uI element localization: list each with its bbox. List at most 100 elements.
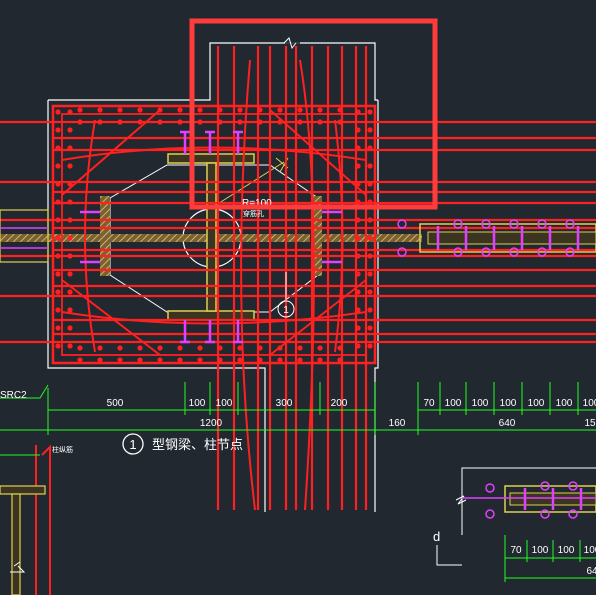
rebar-dot <box>177 345 183 351</box>
rebar-dot <box>67 145 73 151</box>
detail-title: 型钢梁、柱节点 <box>152 437 243 452</box>
detail-number: 1 <box>129 437 136 452</box>
rebar-dot <box>67 127 73 133</box>
rebar-dot <box>67 325 73 331</box>
rebar-dot <box>355 325 361 331</box>
rebar-dot <box>355 217 361 223</box>
rebar-dot <box>197 357 203 363</box>
rebar-dot <box>297 107 303 113</box>
rebar-dot <box>55 271 61 277</box>
rebar-dot <box>77 357 83 363</box>
rebar-dot <box>55 235 61 241</box>
rebar-dot <box>177 119 183 125</box>
rebar-dot <box>55 325 61 331</box>
rebar-dot <box>55 199 61 205</box>
rebar-dot <box>367 181 373 187</box>
dim-r100f: 100 <box>583 398 596 409</box>
rebar-dot <box>355 109 361 115</box>
rebar-dot <box>367 343 373 349</box>
steel-beam-web-left <box>0 234 310 242</box>
rebar-dot <box>197 107 203 113</box>
rebar-dot <box>97 107 103 113</box>
rebar-dot <box>177 107 183 113</box>
dim-300: 300 <box>276 398 293 409</box>
section-d-leader <box>436 545 462 566</box>
rebar-dot <box>157 119 163 125</box>
dim-r100c: 100 <box>500 398 517 409</box>
rebar-dot <box>197 119 203 125</box>
rebar-dot <box>55 109 61 115</box>
rebar-dot <box>337 119 343 125</box>
rebar-dot <box>355 343 361 349</box>
rebar-dot <box>367 325 373 331</box>
rebar-dot <box>55 343 61 349</box>
rebar-dot <box>237 357 243 363</box>
rebar-dot <box>367 127 373 133</box>
dim-500: 500 <box>107 398 124 409</box>
dim-640: 640 <box>499 418 516 429</box>
rebar-dot <box>355 307 361 313</box>
dim-l70: 70 <box>510 545 522 556</box>
rebar-dot <box>355 127 361 133</box>
dim-r70: 70 <box>423 398 435 409</box>
rebar-dot <box>277 345 283 351</box>
rebar-dot <box>355 145 361 151</box>
rebar-dot <box>317 345 323 351</box>
rebar-dot <box>55 253 61 259</box>
rebar-dot <box>117 345 123 351</box>
rebar-dot <box>197 345 203 351</box>
rebar-dot <box>367 289 373 295</box>
rebar-dot <box>297 345 303 351</box>
rebar-dot <box>67 217 73 223</box>
rebar-dot <box>55 289 61 295</box>
rebar-dot <box>367 271 373 277</box>
rebar-dot <box>367 235 373 241</box>
dim-l100b: 100 <box>558 545 575 556</box>
rebar-dot <box>277 107 283 113</box>
dim-1200: 1200 <box>200 418 223 429</box>
rebar-dot <box>67 253 73 259</box>
rebar-dot <box>297 119 303 125</box>
rebar-dot <box>97 119 103 125</box>
rebar-dot <box>55 307 61 313</box>
drawing-canvas: 500 100 100 300 200 1200 160 70 100 100 … <box>0 18 596 595</box>
steel-beam-flange-left <box>100 196 110 276</box>
rebar-dot <box>67 163 73 169</box>
rebar-dot <box>355 181 361 187</box>
rebar-dot <box>177 357 183 363</box>
rebar-dot <box>67 289 73 295</box>
rebar-dot <box>117 107 123 113</box>
rebar-dot <box>137 345 143 351</box>
rebar-dot <box>355 235 361 241</box>
dim-100a: 100 <box>189 398 206 409</box>
rebar-dot <box>237 119 243 125</box>
tag-src2: SRC2 <box>0 390 27 401</box>
rebar-dot <box>355 253 361 259</box>
rebar-dot <box>67 181 73 187</box>
rebar-dot <box>157 107 163 113</box>
dim-160: 160 <box>389 418 406 429</box>
rebar-dot <box>55 163 61 169</box>
dim-100b: 100 <box>216 398 233 409</box>
rebar-dot <box>257 119 263 125</box>
dim-l100a: 100 <box>532 545 549 556</box>
rebar-dot <box>277 119 283 125</box>
rebar-dot <box>97 345 103 351</box>
rebar-dot <box>217 119 223 125</box>
rebar-dot <box>117 357 123 363</box>
rebar-dot <box>137 107 143 113</box>
dim-r100d: 100 <box>528 398 545 409</box>
rebar-dot <box>367 109 373 115</box>
rebar-dot <box>77 345 83 351</box>
rebar-dot <box>67 271 73 277</box>
rebar-dot <box>355 289 361 295</box>
rebar-dot <box>355 199 361 205</box>
rebar-dot <box>367 145 373 151</box>
rebar-dot <box>217 107 223 113</box>
left-note: 柱纵筋 <box>52 445 73 454</box>
dim-r100e: 100 <box>556 398 573 409</box>
dim-64: 64 <box>586 566 596 577</box>
rebar-dot <box>217 357 223 363</box>
rebar-dot <box>237 345 243 351</box>
rebar-dot <box>317 357 323 363</box>
